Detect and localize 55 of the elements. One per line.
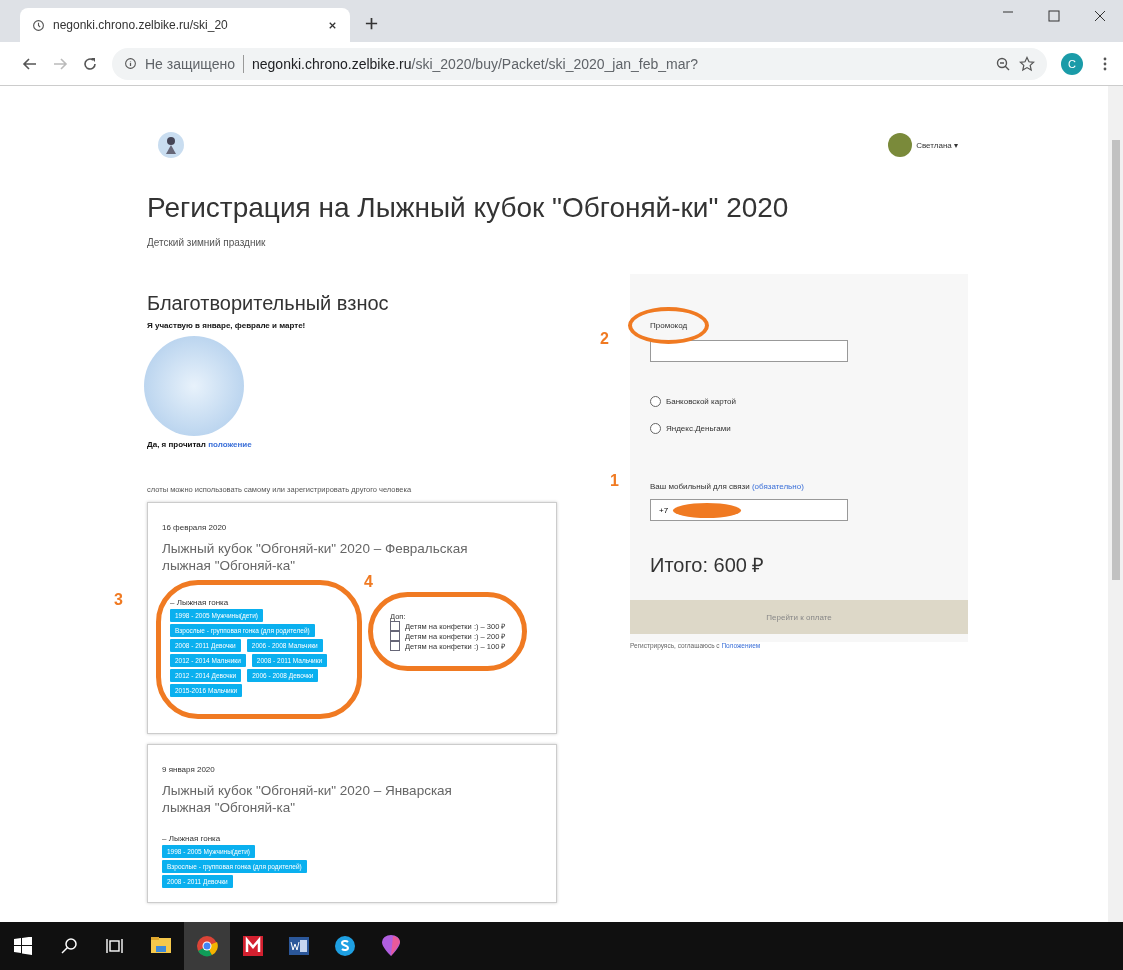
radio-label: Банковской картой <box>666 397 736 406</box>
annotation-number: 4 <box>364 573 373 591</box>
race-label: – Лыжная гонка <box>162 834 222 843</box>
m-letter-icon <box>241 934 265 958</box>
zoom-icon[interactable] <box>995 55 1011 72</box>
subtitle: Детский зимний праздник <box>147 237 267 248</box>
required-link[interactable]: (обязательно) <box>751 482 804 491</box>
annotation-number: 3 <box>114 591 123 609</box>
clock-icon[interactable] <box>32 18 45 32</box>
radio-button[interactable] <box>650 423 661 434</box>
event-title: Лыжный кубок "Обгоняй-ки" 2020 – Январская лыжная "Обгоняй-ка" <box>162 782 453 816</box>
promo-label: Промокод <box>650 321 688 330</box>
radio-label: Яндекс.Деньгами <box>666 424 731 433</box>
taskbar-button[interactable] <box>184 922 230 970</box>
reload-icon[interactable] <box>82 55 98 72</box>
windows-icon <box>14 937 32 955</box>
annotation-number: 2 <box>600 330 609 348</box>
security-label: Не защищено <box>145 55 235 72</box>
phone-field[interactable]: +7 <box>650 499 848 521</box>
event-date: 16 февраля 2020 <box>162 523 228 532</box>
event-date: 9 января 2020 <box>162 765 216 774</box>
logo-icon[interactable] <box>157 131 185 159</box>
package-note: Я участвую в январе, феврале и марте! <box>147 321 307 330</box>
section-title: Благотворительный взнос <box>147 292 390 315</box>
chrome-icon <box>195 934 219 958</box>
checkbox[interactable] <box>390 631 400 641</box>
agreement-text: Да, я прочитал положение <box>147 440 253 449</box>
user-menu[interactable]: Светлана ▾ <box>888 133 958 157</box>
info-icon[interactable] <box>124 57 137 70</box>
event-title: Лыжный кубок "Обгоняй-ки" 2020 – Февральская лыжная "Обгоняй-ка" <box>162 540 469 574</box>
promo-field[interactable] <box>650 340 848 362</box>
star-icon[interactable] <box>1019 55 1035 72</box>
phone-label: Ваш мобильный для связи (обязательно) <box>650 482 805 491</box>
checkbox[interactable] <box>390 641 400 651</box>
page-title: Регистрация на Лыжный кубок "Обгоняй-ки" 2020 <box>147 192 790 224</box>
pay-button[interactable]: Перейти к оплате <box>630 600 968 634</box>
radio-button[interactable] <box>650 396 661 407</box>
checkbox[interactable] <box>390 621 400 631</box>
s-letter-icon <box>333 934 357 958</box>
back-arrow-icon[interactable] <box>22 55 38 72</box>
profile-avatar[interactable]: C <box>1061 52 1083 75</box>
search-icon <box>60 937 78 955</box>
race-label: – Лыжная гонка <box>170 598 230 607</box>
address-bar[interactable]: Не защищено negonki.chrono.zelbike.ru/ski_2020/buy/Packet/ski_2020_jan_feb_mar? <box>112 47 1047 80</box>
url-text: negonki.chrono.zelbike.ru/ski_2020/buy/Packet/ski_2020_jan_feb_mar? <box>252 55 698 72</box>
word-icon <box>287 934 311 958</box>
tab-title: negonki.chrono.zelbike.ru/ski_20 <box>53 18 229 32</box>
annotation-number: 1 <box>610 472 619 490</box>
paint-drop-icon <box>379 934 403 958</box>
scrollbar[interactable] <box>1108 86 1123 922</box>
plus-icon[interactable] <box>364 16 379 31</box>
browser-tab[interactable]: negonki.chrono.zelbike.ru/ski_20 <box>20 8 350 42</box>
regulations-link[interactable]: положение <box>208 440 252 449</box>
total-amount: Итого: 600 ₽ <box>650 553 766 578</box>
task-view-icon <box>106 937 124 955</box>
